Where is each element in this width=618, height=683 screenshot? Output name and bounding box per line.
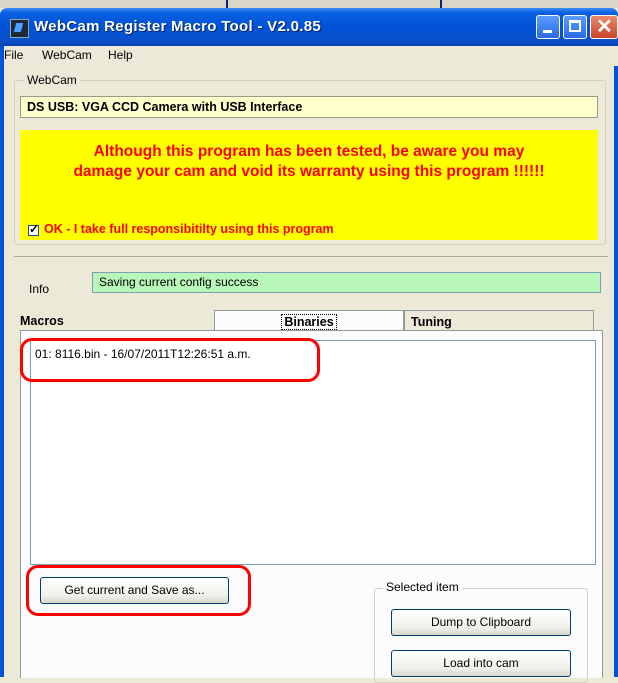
menu-webcam[interactable]: WebCam: [42, 48, 92, 62]
tab-tuning[interactable]: Tuning: [404, 310, 594, 330]
warning-line-2: damage your cam and void its warranty us…: [73, 163, 545, 180]
window-title: WebCam Register Macro Tool - V2.0.85: [34, 18, 321, 35]
binaries-list[interactable]: 01: 8116.bin - 16/07/2011T12:26:51 a.m.: [30, 340, 596, 565]
background-divider: [440, 0, 442, 8]
checkmark-icon: ✓: [29, 222, 40, 236]
webcam-group-label: WebCam: [24, 73, 80, 87]
dump-to-clipboard-button[interactable]: Dump to Clipboard: [391, 609, 571, 636]
tab-tuning-label: Tuning: [411, 315, 452, 329]
webcam-app-icon[interactable]: [10, 19, 29, 38]
tab-binaries-label: Binaries: [281, 314, 337, 330]
minimize-button[interactable]: [536, 15, 560, 39]
responsibility-checkbox-label[interactable]: OK - I take full responsibitilty using t…: [44, 222, 334, 236]
responsibility-checkbox[interactable]: ✓: [28, 222, 40, 236]
menu-bar: File WebCam Help: [0, 46, 618, 66]
close-icon: ✕: [596, 16, 613, 38]
warning-panel: Although this program has been tested, b…: [20, 130, 598, 240]
camera-name-field: DS USB: VGA CCD Camera with USB Interfac…: [20, 96, 598, 118]
tab-macros[interactable]: Macros: [20, 310, 216, 330]
tab-binaries[interactable]: Binaries: [214, 310, 404, 330]
warning-text: Although this program has been tested, b…: [20, 142, 598, 182]
close-button[interactable]: ✕: [590, 15, 618, 39]
title-bar[interactable]: WebCam Register Macro Tool - V2.0.85 ✕: [0, 8, 618, 46]
list-item[interactable]: 01: 8116.bin - 16/07/2011T12:26:51 a.m.: [35, 347, 251, 361]
background-window-strip: [0, 0, 618, 8]
menu-file[interactable]: File: [4, 48, 23, 62]
window-left-border: [0, 46, 4, 677]
info-status-field: Saving current config success: [92, 272, 601, 293]
background-divider: [226, 0, 228, 8]
menu-help[interactable]: Help: [108, 48, 133, 62]
get-current-save-as-button[interactable]: Get current and Save as...: [40, 577, 229, 604]
load-into-cam-button[interactable]: Load into cam: [391, 650, 571, 677]
maximize-button[interactable]: [563, 15, 587, 39]
maximize-icon: [569, 20, 581, 32]
warning-line-1: Although this program has been tested, b…: [93, 143, 525, 160]
window-right-border: [614, 46, 618, 677]
minimize-icon: [543, 30, 552, 33]
selected-item-group-label: Selected item: [383, 580, 462, 594]
info-label: Info: [29, 282, 50, 296]
tab-macros-label: Macros: [20, 314, 64, 328]
